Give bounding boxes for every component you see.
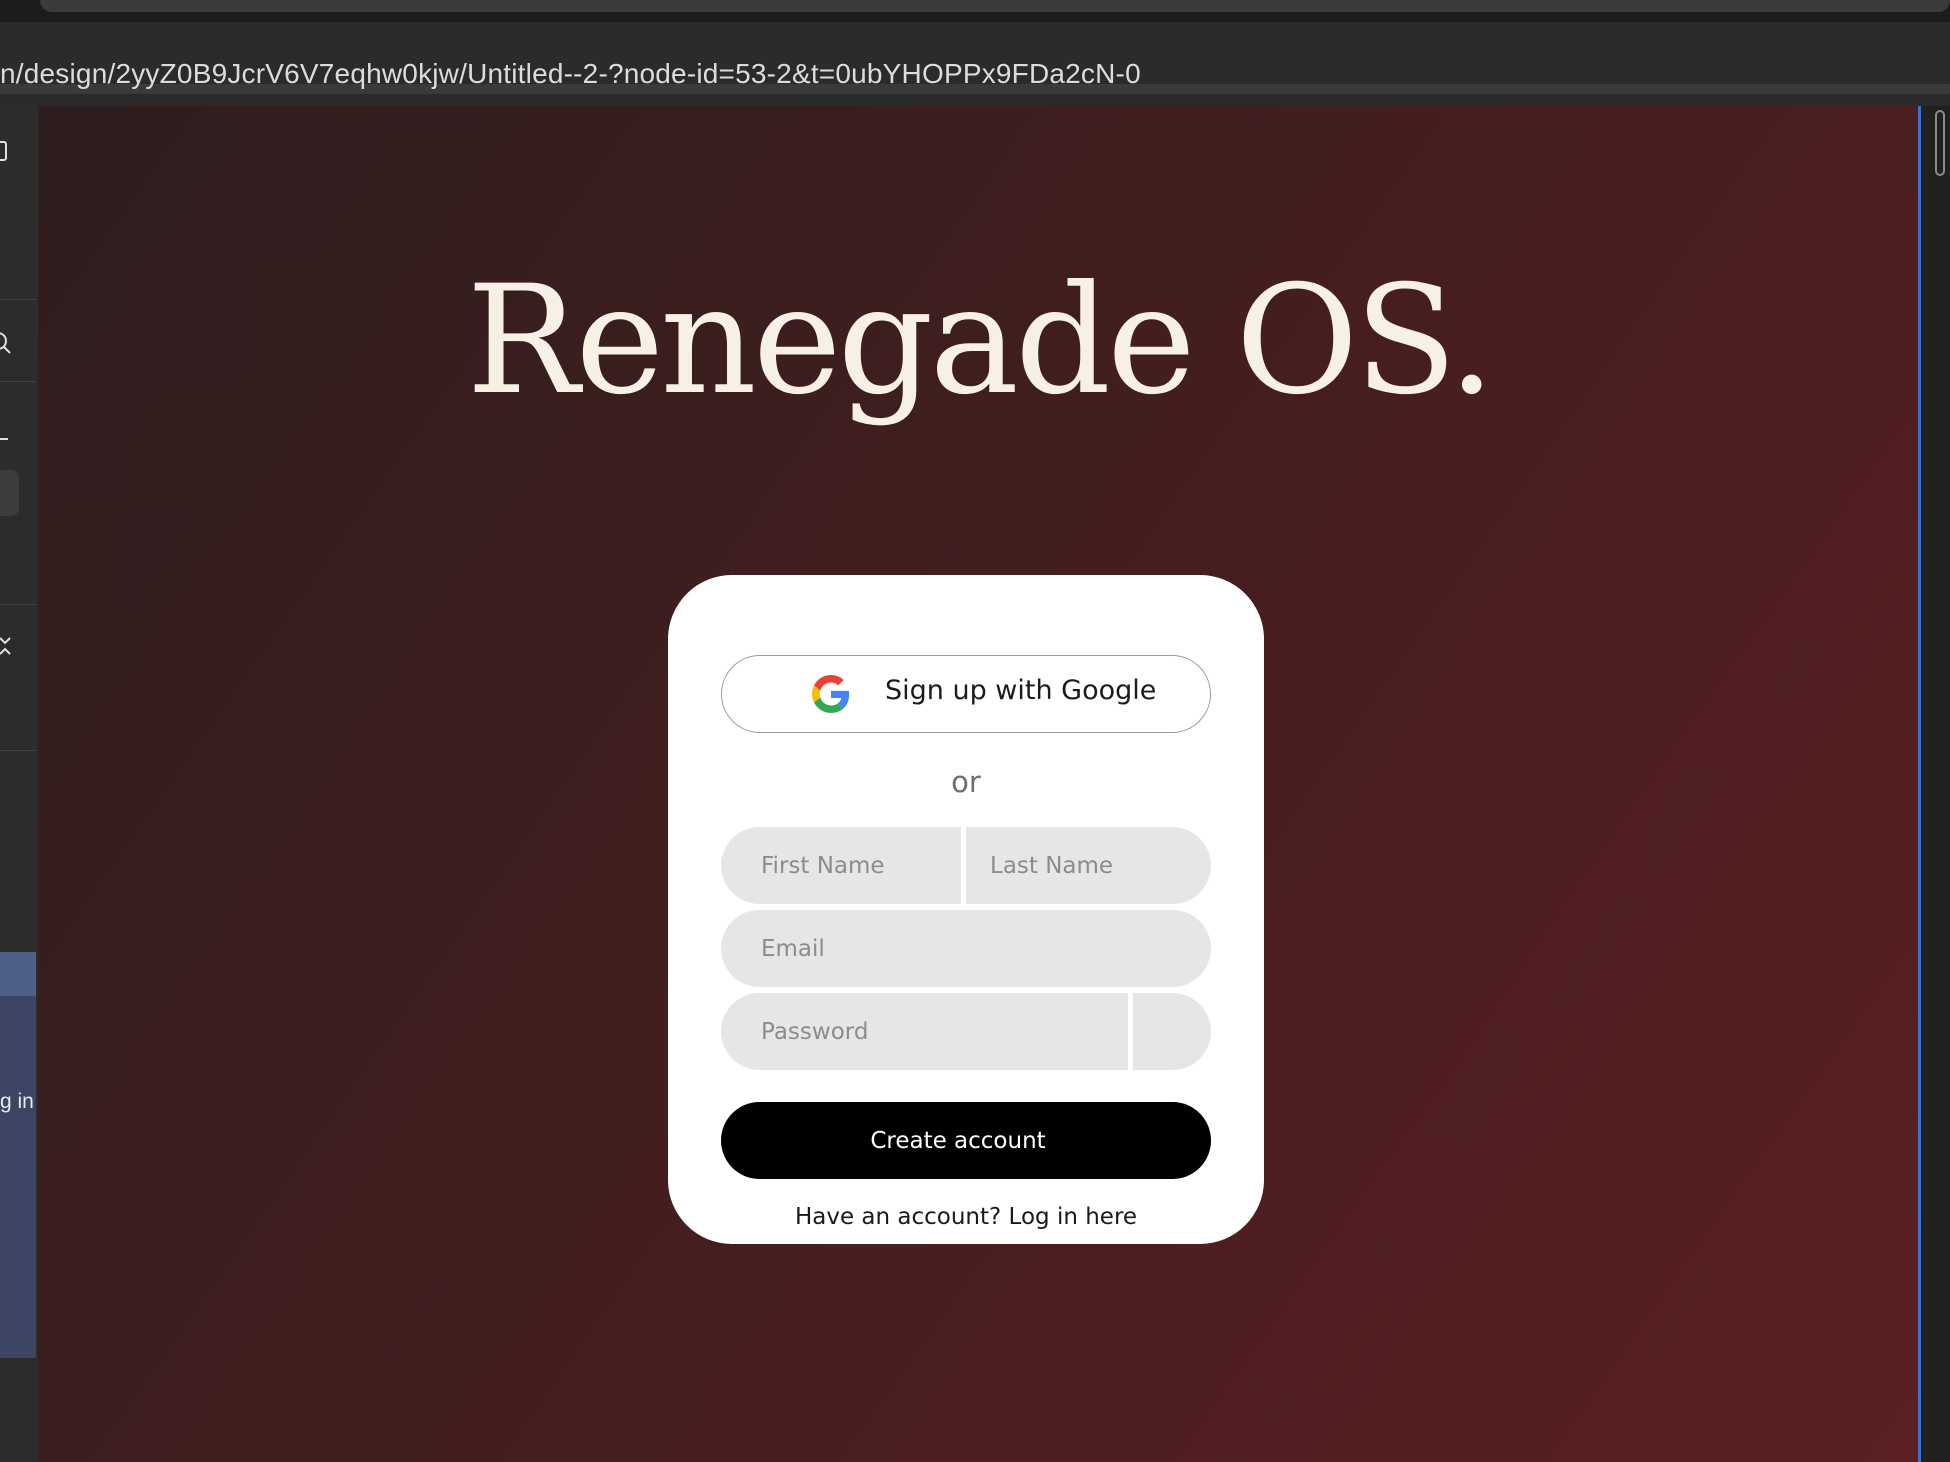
or-divider: or: [951, 765, 981, 799]
brand-title: Renegade OS.: [466, 254, 1495, 428]
password-visibility-toggle[interactable]: [1133, 993, 1211, 1070]
google-signup-label: Sign up with Google: [885, 675, 1157, 706]
browser-title-bar: [0, 0, 1950, 22]
right-panel: [1921, 106, 1950, 1462]
last-name-field[interactable]: [966, 827, 1211, 904]
search-icon[interactable]: [0, 330, 12, 361]
frame-icon[interactable]: [0, 140, 8, 169]
editor-sidebar: g in: [0, 104, 38, 1462]
sidebar-selected-row[interactable]: [0, 952, 36, 996]
sidebar-divider: [0, 299, 36, 300]
password-field[interactable]: [721, 993, 1128, 1070]
sidebar-layer-panel: [0, 996, 36, 1358]
first-name-field[interactable]: [721, 827, 961, 904]
email-field[interactable]: [721, 910, 1211, 987]
google-icon: [812, 675, 850, 713]
sidebar-divider: [0, 381, 36, 382]
google-signup-button[interactable]: Sign up with Google: [721, 655, 1211, 733]
sidebar-divider: [0, 604, 36, 605]
login-link[interactable]: Have an account? Log in here: [668, 1204, 1264, 1230]
url-text[interactable]: n/design/2yyZ0B9JcrV6V7eqhw0kjw/Untitled…: [0, 58, 1141, 90]
address-bar[interactable]: n/design/2yyZ0B9JcrV6V7eqhw0kjw/Untitled…: [0, 22, 1950, 94]
sidebar-divider: [0, 750, 36, 751]
minus-icon[interactable]: [0, 420, 10, 446]
collapse-chevrons-icon[interactable]: [0, 634, 12, 667]
create-account-button[interactable]: Create account: [721, 1102, 1211, 1179]
browser-tab[interactable]: [40, 0, 1950, 12]
sidebar-chip[interactable]: [0, 470, 19, 516]
signup-card: Sign up with Google or Create account Ha…: [668, 575, 1264, 1244]
design-canvas: Renegade OS. Create an account Sign up w…: [38, 106, 1920, 1462]
scrollbar-thumb[interactable]: [1935, 110, 1945, 176]
sidebar-partial-label: g in: [0, 1090, 34, 1113]
